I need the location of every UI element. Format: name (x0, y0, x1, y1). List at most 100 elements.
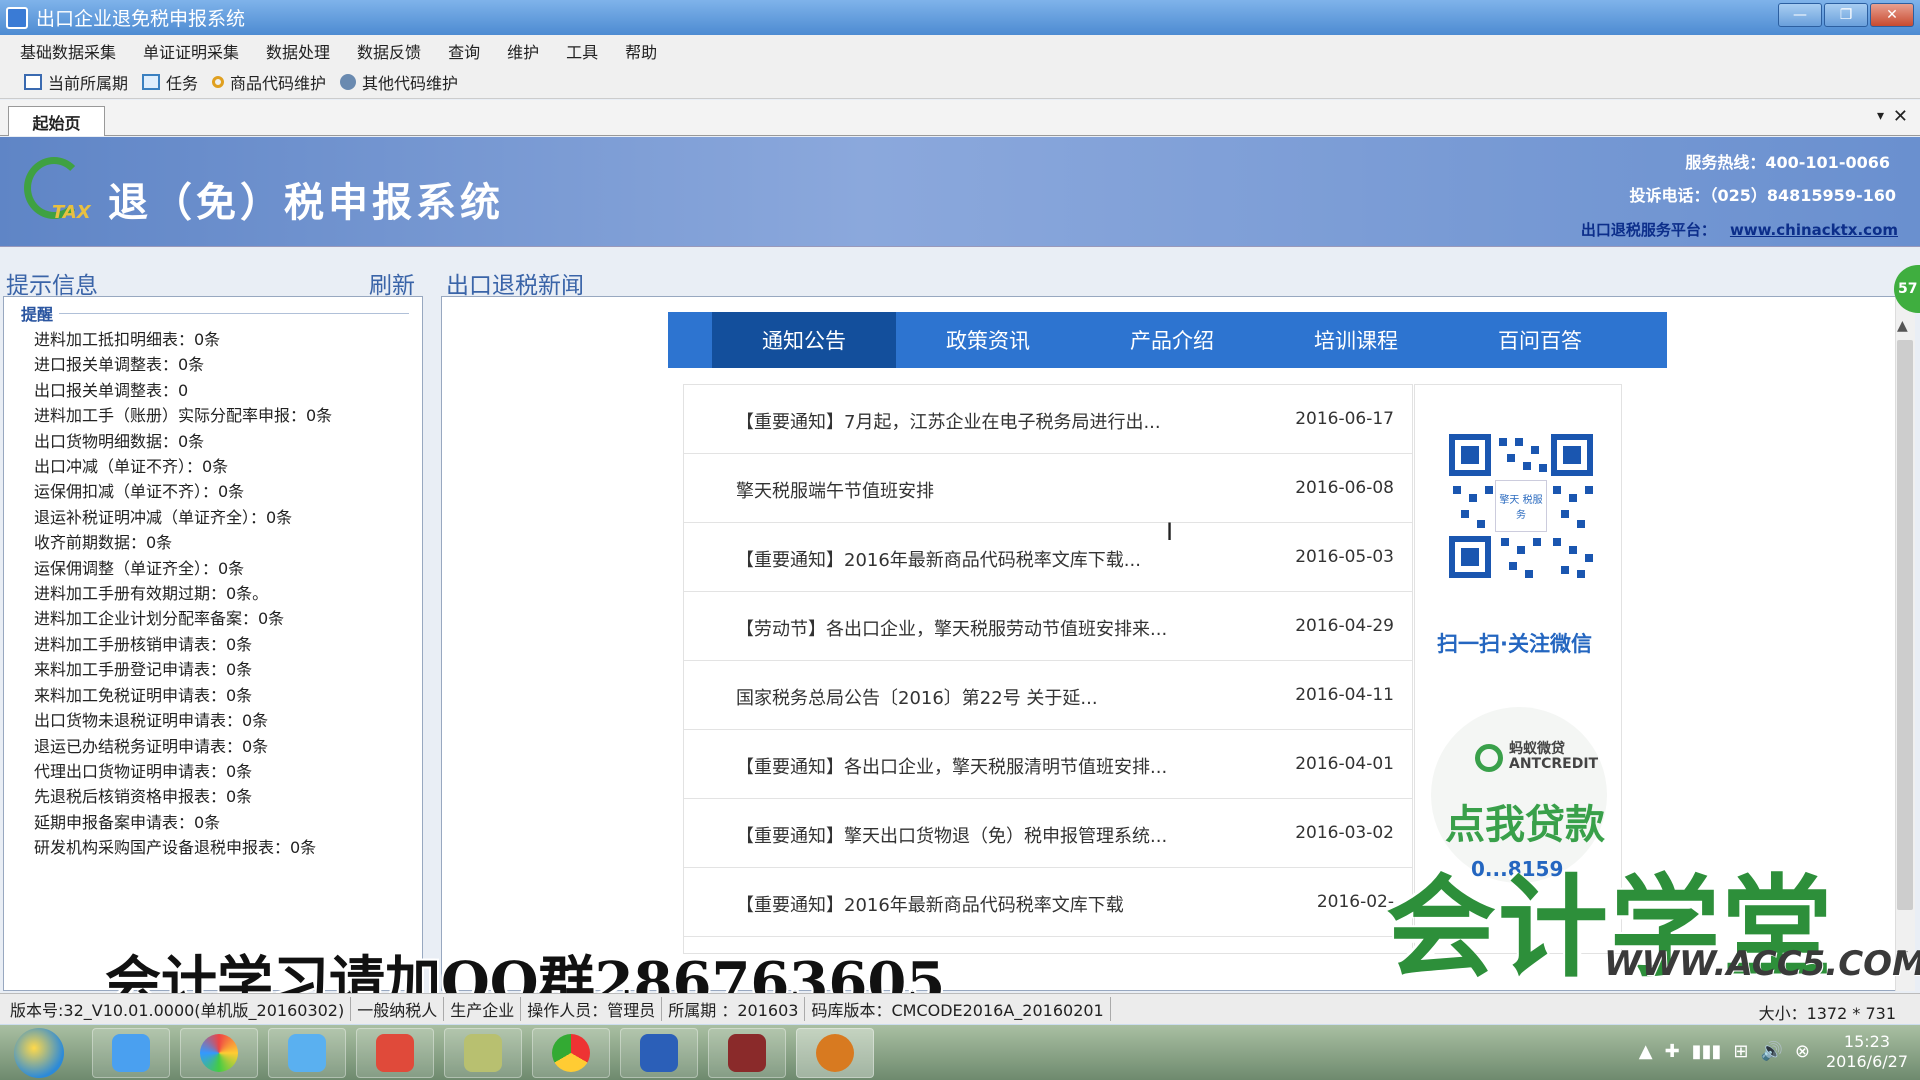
reminder-item: 出口货物明细数据：0条 (34, 431, 205, 451)
tab-close-icon[interactable]: ✕ (1893, 106, 1908, 127)
status-bar: 版本号:32_V10.01.0000(单机版_20160302) 一般纳税人 生… (0, 993, 1920, 1024)
scrollbar-thumb[interactable] (1897, 340, 1913, 910)
news-list: 【重要通知】7月起，江苏企业在电子税务局进行出... 2016-06-17 擎天税… (683, 384, 1413, 954)
taskbar-app[interactable] (180, 1028, 258, 1078)
tab-faq[interactable]: 百问百答 (1448, 312, 1632, 368)
window-title: 出口企业退免税申报系统 (36, 8, 246, 30)
menu-vouchers[interactable]: 单证证明采集 (143, 39, 239, 63)
taskbar-app[interactable] (532, 1028, 610, 1078)
news-row[interactable]: 【重要通知】2016年最新商品代码税率文库下载... 2016-05-03 (684, 523, 1412, 592)
status-size: 大小：1372 * 731 (1758, 1004, 1896, 1023)
news-title[interactable]: 擎天税服端午节值班安排 (736, 477, 934, 503)
reminder-item: 出口报关单调整表：0 (34, 380, 189, 400)
reminder-item: 延期申报备案申请表：0条 (34, 812, 221, 832)
menu-data-processing[interactable]: 数据处理 (266, 39, 330, 63)
system-title: 退（免）税申报系统 (108, 180, 504, 226)
taskbar-app-active[interactable] (796, 1028, 874, 1078)
news-title[interactable]: 国家税务总局公告〔2016〕第22号 关于延... (736, 684, 1098, 710)
reminder-item: 进口报关单调整表：0条 (34, 355, 205, 375)
news-row[interactable]: 【劳动节】各出口企业，擎天税服劳动节值班安排来... 2016-04-29 (684, 592, 1412, 661)
reminder-item: 运保佣扣减（单证不齐）：0条 (34, 482, 245, 502)
news-title[interactable]: 【重要通知】各出口企业，擎天税服清明节值班安排... (736, 753, 1167, 779)
start-button[interactable] (14, 1028, 64, 1078)
hint-panel: 提示信息 刷新 提醒 进料加工抵扣明细表：0条 进口报关单调整表：0条 出口报关… (0, 262, 425, 991)
news-row[interactable]: 【重要通知】7月起，江苏企业在电子税务局进行出... 2016-06-17 (684, 385, 1412, 454)
app-icon (6, 6, 28, 29)
reminder-item: 进料加工企业计划分配率备案：0条 (34, 609, 285, 629)
taskbar-app[interactable] (92, 1028, 170, 1078)
menu-tools[interactable]: 工具 (566, 39, 598, 63)
reminder-item: 进料加工手册有效期过期：0条。 (34, 584, 269, 604)
tab-start-page[interactable]: 起始页 (8, 106, 105, 136)
reminder-item: 代理出口货物证明申请表：0条 (34, 761, 253, 781)
taskbar-app[interactable] (268, 1028, 346, 1078)
news-date: 2016-06-08 (1295, 478, 1394, 498)
text-cursor-icon: I (1166, 518, 1174, 546)
refresh-link[interactable]: 刷新 (369, 266, 415, 300)
restore-button[interactable]: ❐ (1824, 3, 1868, 27)
taskbar-app[interactable] (444, 1028, 522, 1078)
hint-panel-title: 提示信息 (6, 273, 98, 299)
news-row[interactable]: 擎天税服端午节值班安排 2016-06-08 (684, 454, 1412, 523)
task-button[interactable]: 任务 (142, 70, 198, 94)
news-title[interactable]: 【重要通知】2016年最新商品代码税率文库下载... (736, 546, 1141, 572)
tray-app-icon[interactable]: ✚ (1665, 1041, 1680, 1062)
current-period-button[interactable]: 当前所属期 (24, 70, 128, 94)
news-title[interactable]: 【重要通知】7月起，江苏企业在电子税务局进行出... (736, 408, 1161, 434)
taskbar-app[interactable] (708, 1028, 786, 1078)
tab-policy[interactable]: 政策资讯 (896, 312, 1080, 368)
tax-app-icon (816, 1034, 854, 1072)
qr-caption: 扫一扫·关注微信 (1437, 632, 1592, 656)
tab-training[interactable]: 培训课程 (1264, 312, 1448, 368)
minimize-button[interactable]: — (1778, 3, 1822, 27)
product-code-button[interactable]: 商品代码维护 (212, 70, 326, 94)
tab-notices[interactable]: 通知公告 (712, 312, 896, 368)
toolbar: 当前所属期 任务 商品代码维护 其他代码维护 (0, 66, 1920, 99)
tab-products[interactable]: 产品介绍 (1080, 312, 1264, 368)
menu-basic-data[interactable]: 基础数据采集 (20, 39, 116, 63)
camera-icon (728, 1034, 766, 1072)
reminder-item: 出口冲减（单证不齐）：0条 (34, 457, 229, 477)
news-date: 2016-06-17 (1295, 409, 1394, 429)
other-code-button[interactable]: 其他代码维护 (340, 70, 458, 94)
logo-text: TAX (52, 202, 91, 223)
qr-center-label: 擎天 税服务 (1495, 480, 1547, 532)
scroll-up-icon[interactable]: ▲ (1897, 318, 1908, 334)
signal-icon[interactable]: ▮▮▮ (1692, 1041, 1722, 1062)
network-icon[interactable]: ⊞ (1733, 1041, 1748, 1062)
news-title[interactable]: 【劳动节】各出口企业，擎天税服劳动节值班安排来... (736, 615, 1167, 641)
menu-bar: 基础数据采集 单证证明采集 数据处理 数据反馈 查询 维护 工具 帮助 (0, 35, 1920, 66)
task-icon (142, 74, 161, 90)
news-title[interactable]: 【重要通知】擎天出口货物退（免）税申报管理系统... (736, 822, 1167, 848)
taskbar-app[interactable] (620, 1028, 698, 1078)
header-banner: TAX 退（免）税申报系统 服务热线：400-101-0066 投诉电话：（02… (0, 137, 1920, 247)
platform-link[interactable]: www.chinacktx.com (1730, 221, 1898, 239)
tab-list-icon[interactable]: ▾ (1877, 108, 1884, 124)
ad-brand: 蚂蚁微贷 ANTCREDIT (1509, 741, 1599, 772)
system-clock[interactable]: 15:23 2016/6/27 (1826, 1032, 1908, 1072)
news-row[interactable]: 【重要通知】各出口企业，擎天税服清明节值班安排... 2016-04-01 (684, 730, 1412, 799)
news-title[interactable]: 【重要通知】2016年最新商品代码税率文库下载 (736, 891, 1124, 917)
reminder-list: 进料加工抵扣明细表：0条 进口报关单调整表：0条 出口报关单调整表：0 进料加工… (34, 327, 332, 861)
volume-icon[interactable]: 🔊 (1760, 1041, 1782, 1062)
menu-data-feedback[interactable]: 数据反馈 (357, 39, 421, 63)
close-button[interactable]: ✕ (1870, 3, 1914, 27)
news-tab-bar: 通知公告 政策资讯 产品介绍 培训课程 百问百答 (668, 312, 1667, 368)
reminder-item: 来料加工手册登记申请表：0条 (34, 660, 253, 680)
taskbar-app[interactable] (356, 1028, 434, 1078)
section-divider (59, 313, 409, 314)
menu-query[interactable]: 查询 (448, 39, 480, 63)
news-row[interactable]: 【重要通知】擎天出口货物退（免）税申报管理系统... 2016-03-02 (684, 799, 1412, 868)
document-tab-strip: 起始页 ▾ ✕ (0, 100, 1920, 136)
chrome-icon (552, 1034, 590, 1072)
tray-expand-icon[interactable]: ▲ (1639, 1041, 1653, 1062)
title-bar: 出口企业退免税申报系统 — ❐ ✕ (0, 0, 1920, 35)
news-panel-title: 出口退税新闻 (446, 273, 584, 299)
notification-icon[interactable]: ⊗ (1795, 1041, 1810, 1062)
menu-maintenance[interactable]: 维护 (507, 39, 539, 63)
reminder-item: 进料加工抵扣明细表：0条 (34, 330, 221, 349)
service-platform: 出口退税服务平台： www.chinacktx.com (1581, 219, 1898, 240)
news-row[interactable]: 【重要通知】2016年最新商品代码税率文库下载 2016-02- (684, 868, 1412, 937)
news-row[interactable]: 国家税务总局公告〔2016〕第22号 关于延... 2016-04-11 (684, 661, 1412, 730)
menu-help[interactable]: 帮助 (625, 39, 657, 63)
